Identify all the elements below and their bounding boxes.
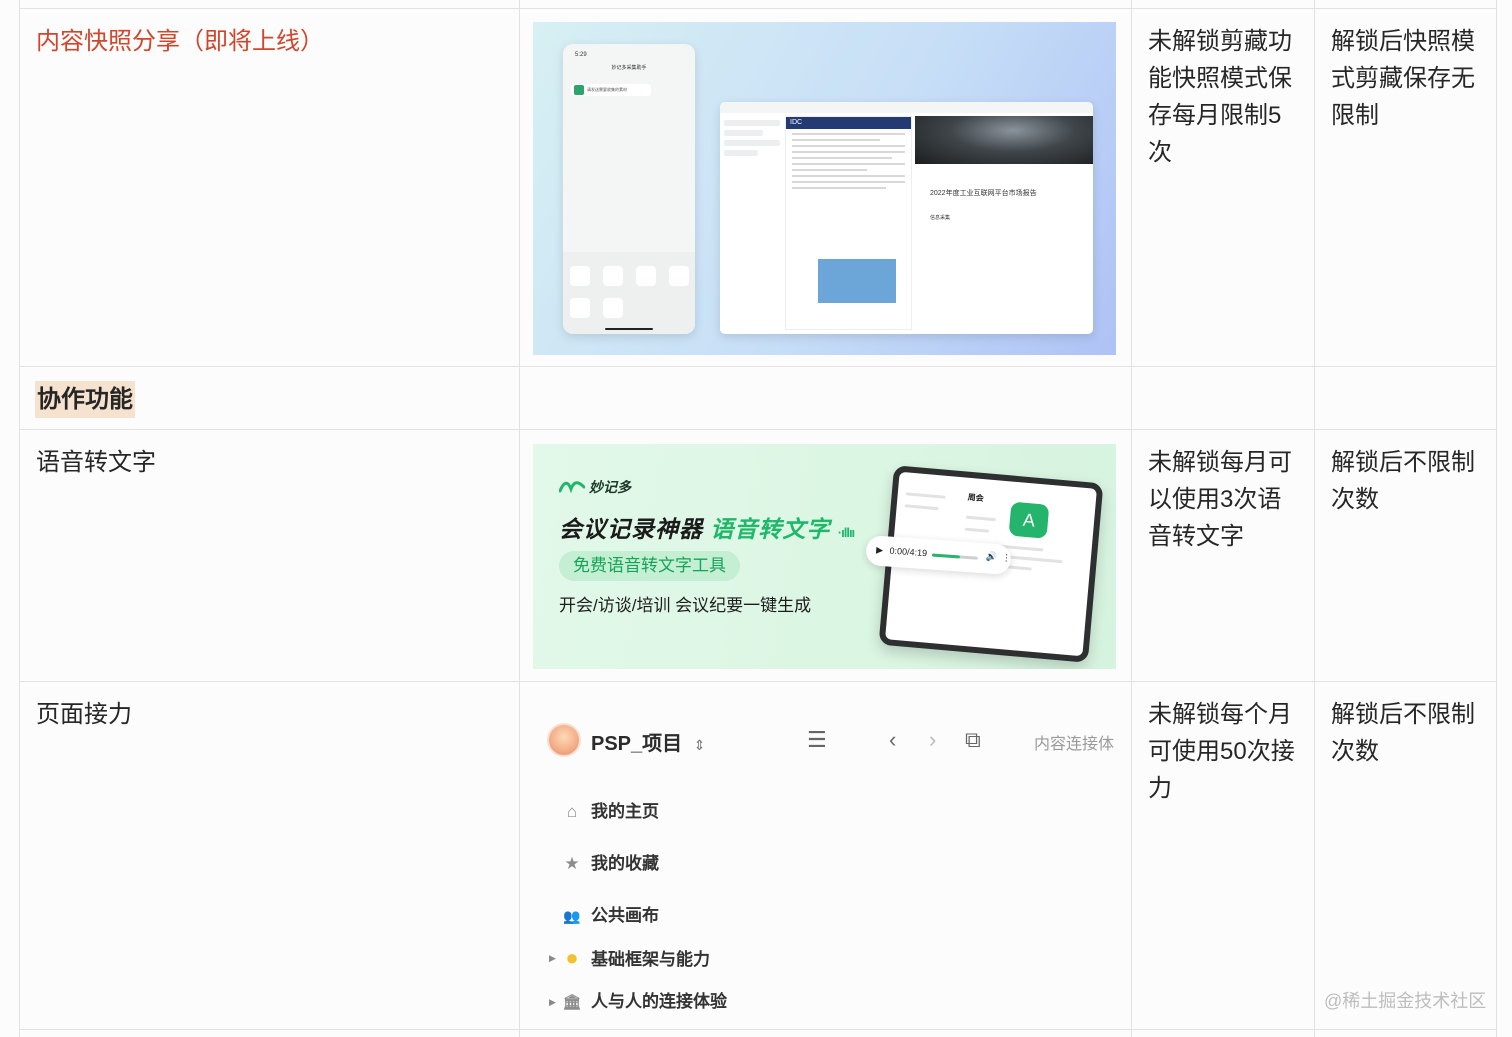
sidebar-item-favorites[interactable]: ★ 我的收藏 [561,851,659,877]
feature-cell-relay: 页面接力 [36,701,132,728]
building-icon: 🏛 [562,994,582,1011]
brand-name: 妙记多 [589,479,631,495]
location-icon [636,266,656,286]
voice-to-text-banner: 妙记多 会议记录神器 语音转文字 ·ıllıı 免费语音转文字工具 开会/访谈/… [533,444,1116,669]
column-divider [1131,0,1132,1037]
content-relay-label[interactable]: 内容连接体 [1034,730,1114,754]
avatar[interactable] [547,723,581,757]
list-collapse-icon[interactable]: ☰ [807,727,827,753]
contact-icon [603,298,623,318]
sidebar-item-label: 公共画布 [591,906,659,925]
back-icon[interactable]: ‹ [889,727,896,753]
banner-title-main: 会议记录神器 [559,516,703,542]
row-divider [19,366,1497,367]
image-icon [570,266,590,286]
table-top-border [19,8,1497,9]
column-divider [19,0,20,1037]
watermark: @稀土掘金技术社区 [1324,991,1487,1011]
tablet-heading: 周会 [967,492,985,504]
layout-icon[interactable]: ⧉ [965,727,981,753]
yellow-circle-icon: ● [565,945,579,970]
phone-time: 5:29 [575,52,587,58]
banner-pill: 免费语音转文字工具 [559,551,740,581]
locked-cell-voice: 未解锁每月可以使用3次语音转文字 [1148,449,1292,550]
chevron-updown-icon: ⇕ [693,737,706,753]
unlocked-cell-snapshot: 解锁后快照模式剪藏保存无限制 [1331,28,1475,129]
player-time: 0:00/4:19 [889,545,928,559]
desktop-mockup: IDC 2022年度工业互联网平台市场报告 信息采集 [720,102,1093,334]
expand-caret-icon[interactable]: ▶ [549,989,556,1015]
report-title: 2022年度工业互联网平台市场报告 [930,190,1037,197]
people-icon: 👥 [563,908,581,924]
section-header-collab: 协作功能 [35,381,135,418]
home-icon: ⌂ [566,802,578,821]
column-divider [1496,0,1497,1037]
forward-icon[interactable]: › [929,727,936,753]
player-progress[interactable] [931,553,978,560]
project-switcher[interactable]: PSP_项目 ⇕ [591,727,705,756]
row-divider [19,681,1497,682]
box-icon [570,298,590,318]
phone-title: 妙记多采集助手 [611,65,647,71]
locked-cell-relay: 未解锁每个月可使用50次接力 [1148,701,1295,802]
locked-cell-snapshot: 未解锁剪藏功能快照模式保存每月限制5次 [1148,28,1292,166]
sidebar-item-label: 我的收藏 [591,854,659,873]
sidebar-item-label: 人与人的连接体验 [591,992,727,1011]
sidebar-item-label: 我的主页 [591,802,659,821]
browser-toolbar [720,102,1093,113]
report-document: IDC [785,116,912,330]
phone-attachment-panel [563,252,695,334]
info-collect-label: 信息采集 [930,215,951,221]
mic-icon [669,266,689,286]
feature-cell-voice: 语音转文字 [36,449,156,476]
sidebar-item-connection[interactable]: 🏛 人与人的连接体验 [561,989,727,1015]
unlocked-cell-voice: 解锁后不限制次数 [1331,449,1475,513]
column-divider [1314,0,1315,1037]
relay-sidebar-preview: PSP_项目 ⇕ ☰ ‹ › ⧉ 内容连接体 ⌂ 我的主页 ★ 我的收藏 👥 公共画布… [533,705,1116,1025]
sidebar-item-framework[interactable]: ● 基础框架与能力 [561,945,710,971]
project-name: PSP_项目 [591,733,683,755]
play-icon[interactable]: ▶ [876,545,884,555]
sidebar-item-public-canvas[interactable]: 👥 公共画布 [561,903,659,929]
banner-description: 开会/访谈/培训 会议纪要一键生成 [559,596,812,615]
unlocked-cell-relay: 解锁后不限制次数 [1331,701,1475,765]
report-cover-image [915,116,1093,164]
feature-cell-snapshot: 内容快照分享（即将上线） [36,28,324,55]
collector-sidebar [724,116,780,326]
column-divider [519,0,520,1037]
sidebar-item-label: 基础框架与能力 [591,950,710,969]
translate-app-icon: A [1008,501,1050,539]
camera-icon [603,266,623,286]
row-divider [19,429,1497,430]
home-indicator [605,328,653,330]
snapshot-preview-image: 5:29 妙记多采集助手 请发送需要收集的素材 IDC 2022年度工业互联网平… [533,22,1116,355]
more-icon[interactable]: ⋮ [1002,552,1012,564]
doc-table [818,259,896,303]
phone-mockup: 5:29 妙记多采集助手 请发送需要收集的素材 [563,44,695,334]
sidebar-item-home[interactable]: ⌂ 我的主页 [561,799,659,825]
expand-caret-icon[interactable]: ▶ [549,945,556,971]
banner-title-highlight: 语音转文字 [710,516,831,542]
star-icon: ★ [564,854,580,873]
phone-chip: 请发送需要收集的素材 [571,84,651,96]
banner-title: 会议记录神器 语音转文字 ·ıllıı [559,510,855,544]
table-bottom-border [19,1029,1497,1030]
brand-logo-icon [559,481,585,493]
volume-icon[interactable]: 🔊 [986,551,998,563]
waveform-icon: ·ıllıı [837,525,855,540]
doc-brand: IDC [786,117,911,129]
